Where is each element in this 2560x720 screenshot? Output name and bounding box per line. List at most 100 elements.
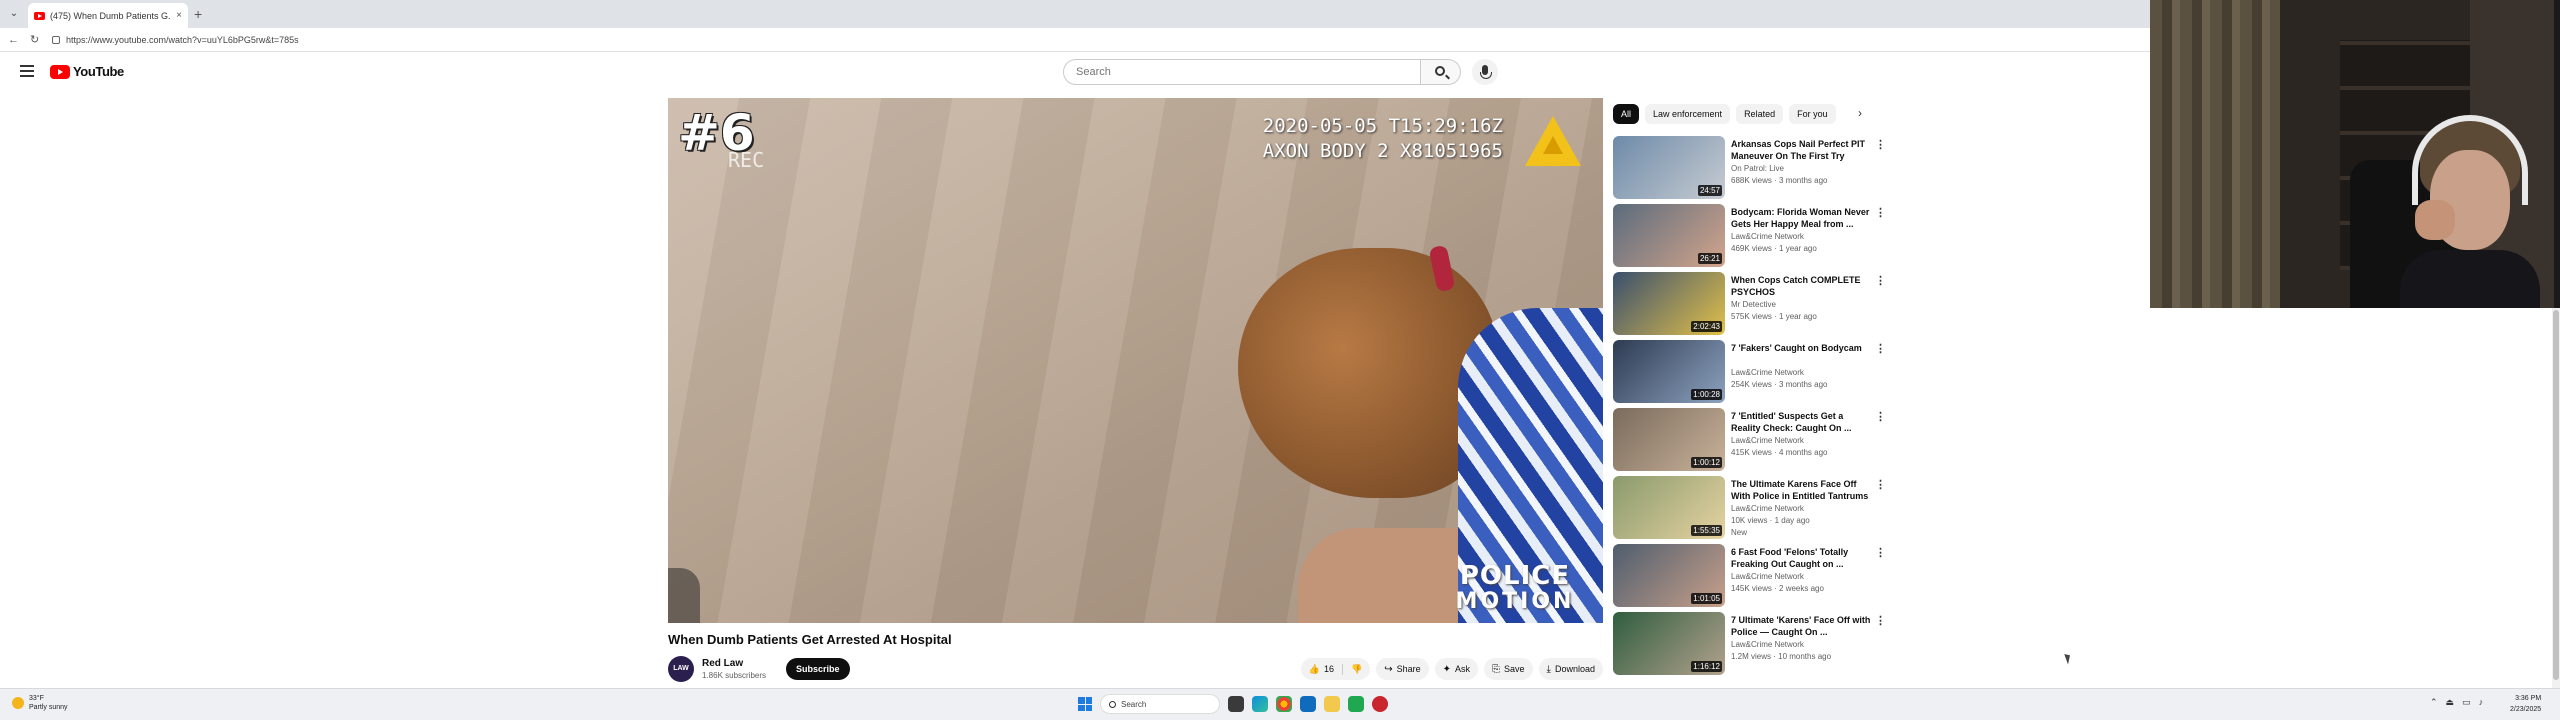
video-thumbnail[interactable]: 24:57 <box>1613 136 1725 199</box>
chip-law-enforcement[interactable]: Law enforcement <box>1645 104 1731 124</box>
subscribe-button[interactable]: Subscribe <box>786 658 850 680</box>
recommended-video-channel[interactable]: Law&Crime Network <box>1731 640 1804 649</box>
video-overlay-rec: REC <box>728 148 765 172</box>
channel-avatar[interactable]: LAW <box>668 656 694 682</box>
recommended-video-channel[interactable]: Law&Crime Network <box>1731 368 1804 377</box>
chip-all[interactable]: All <box>1613 104 1640 124</box>
task-view-icon[interactable] <box>1228 696 1244 712</box>
download-label: Download <box>1554 664 1595 674</box>
more-options-icon[interactable]: ⋮ <box>1875 206 1886 219</box>
more-options-icon[interactable]: ⋮ <box>1875 138 1886 151</box>
video-thumbnail[interactable]: 1:00:28 <box>1613 340 1725 403</box>
app-red-icon[interactable] <box>1372 696 1388 712</box>
video-thumbnail[interactable]: 2:02:43 <box>1613 272 1725 335</box>
video-duration: 2:02:43 <box>1691 321 1722 332</box>
video-thumbnail[interactable]: 26:21 <box>1613 204 1725 267</box>
youtube-logo[interactable]: YouTube <box>50 64 124 79</box>
usb-icon[interactable]: ⏏ <box>2446 697 2455 708</box>
back-button[interactable]: ← <box>8 32 19 48</box>
video-player[interactable]: #6 REC 2020-05-05 T15:29:16Z AXON BODY 2… <box>668 98 1603 623</box>
tab-list-chevron-icon[interactable]: ⌄ <box>6 6 22 22</box>
sun-icon <box>12 697 24 709</box>
share-icon: ↪ <box>1384 663 1393 675</box>
tray-chevron-icon[interactable]: ⌃ <box>2430 697 2438 708</box>
watermark-line-2: MOTION <box>1455 589 1575 614</box>
video-thumbnail[interactable]: 1:00:12 <box>1613 408 1725 471</box>
recommended-video-item[interactable]: 1:00:12 7 'Entitled' Suspects Get a Reali… <box>1613 408 1886 476</box>
recommended-video-item[interactable]: 2:02:43 When Cops Catch COMPLETE PSYCHOS M… <box>1613 272 1886 340</box>
more-options-icon[interactable]: ⋮ <box>1875 546 1886 559</box>
recommended-video-title[interactable]: When Cops Catch COMPLETE PSYCHOS <box>1731 274 1871 298</box>
reload-button[interactable]: ↻ <box>30 32 39 48</box>
browser-tab-active[interactable]: (475) When Dumb Patients G... × <box>28 3 188 28</box>
more-options-icon[interactable]: ⋮ <box>1875 342 1886 355</box>
more-options-icon[interactable]: ⋮ <box>1875 614 1886 627</box>
recommended-video-title[interactable]: 7 'Entitled' Suspects Get a Reality Chec… <box>1731 410 1871 434</box>
weather-description: Partly sunny <box>29 704 68 711</box>
video-thumbnail[interactable]: 1:16:12 <box>1613 612 1725 675</box>
dislike-button[interactable]: 👎 <box>1343 664 1370 675</box>
voice-search-button[interactable] <box>1472 59 1498 85</box>
recommended-video-title[interactable]: 6 Fast Food 'Felons' Totally Freaking Ou… <box>1731 546 1871 570</box>
recommended-video-meta: 145K views · 2 weeks ago <box>1731 584 1824 593</box>
recommended-video-channel[interactable]: On Patrol: Live <box>1731 164 1784 173</box>
search-button[interactable] <box>1421 59 1461 85</box>
more-options-icon[interactable]: ⋮ <box>1875 274 1886 287</box>
taskbar-clock[interactable]: 3:36 PM 2/23/2025 <box>2510 693 2541 715</box>
chip-related[interactable]: Related <box>1736 104 1784 124</box>
channel-name[interactable]: Red Law <box>702 658 743 669</box>
store-icon[interactable] <box>1300 696 1316 712</box>
recommended-video-item[interactable]: 26:21 Bodycam: Florida Woman Never Gets H… <box>1613 204 1886 272</box>
recommended-video-channel[interactable]: Law&Crime Network <box>1731 572 1804 581</box>
search-input[interactable] <box>1076 66 1420 78</box>
webcam-curtain <box>2150 0 2280 308</box>
file-explorer-icon[interactable] <box>1324 696 1340 712</box>
more-options-icon[interactable]: ⋮ <box>1875 478 1886 491</box>
system-tray: ⌃ ⏏ ▭ ♪ <box>2430 697 2483 708</box>
recommended-video-channel[interactable]: Law&Crime Network <box>1731 436 1804 445</box>
recommended-video-channel[interactable]: Law&Crime Network <box>1731 232 1804 241</box>
chips-next-chevron-icon[interactable]: › <box>1858 106 1862 120</box>
save-button[interactable]: ⎘ Save <box>1484 658 1533 680</box>
recommended-video-item[interactable]: 1:00:28 7 'Fakers' Caught on Bodycam Law&C… <box>1613 340 1886 408</box>
new-tab-button[interactable]: + <box>194 6 202 22</box>
url-text[interactable]: https://www.youtube.com/watch?v=uuYL6bPG… <box>66 35 299 45</box>
recommended-video-channel[interactable]: Mr Detective <box>1731 300 1776 309</box>
page-scrollbar[interactable] <box>2552 308 2560 688</box>
windows-start-icon[interactable] <box>1078 697 1092 711</box>
more-options-icon[interactable]: ⋮ <box>1875 410 1886 423</box>
recommended-video-title[interactable]: Arkansas Cops Nail Perfect PIT Maneuver … <box>1731 138 1871 162</box>
search-box[interactable] <box>1063 59 1421 85</box>
ask-button[interactable]: ✦ Ask <box>1434 658 1479 680</box>
bookmark-icon: ⎘ <box>1492 663 1501 675</box>
weather-widget[interactable]: 33°F Partly sunny <box>12 694 68 712</box>
recommended-video-title[interactable]: Bodycam: Florida Woman Never Gets Her Ha… <box>1731 206 1871 230</box>
recommended-video-title[interactable]: 7 'Fakers' Caught on Bodycam <box>1731 342 1871 354</box>
recommended-video-item[interactable]: 1:16:12 7 Ultimate 'Karens' Face Off with… <box>1613 612 1886 680</box>
recommended-video-channel[interactable]: Law&Crime Network <box>1731 504 1804 513</box>
tab-close-icon[interactable]: × <box>176 10 182 21</box>
taskbar-search[interactable]: Search <box>1100 694 1220 714</box>
watermark-line-1: POLICE <box>1459 561 1571 591</box>
network-icon[interactable]: ▭ <box>2462 697 2471 708</box>
video-thumbnail[interactable]: 1:55:35 <box>1613 476 1725 539</box>
share-button[interactable]: ↪ Share <box>1376 658 1429 680</box>
video-thumbnail[interactable]: 1:01:05 <box>1613 544 1725 607</box>
edge-icon[interactable] <box>1252 696 1268 712</box>
webcam-person-shirt <box>2400 250 2540 308</box>
volume-icon[interactable]: ♪ <box>2479 697 2484 708</box>
recommended-video-item[interactable]: 1:55:35 The Ultimate Karens Face Off With… <box>1613 476 1886 544</box>
microphone-icon <box>1480 65 1492 79</box>
menu-hamburger-icon[interactable] <box>20 65 34 77</box>
recommended-video-item[interactable]: 1:01:05 6 Fast Food 'Felons' Totally Frea… <box>1613 544 1886 612</box>
spotify-icon[interactable] <box>1348 696 1364 712</box>
page-scrollbar-thumb[interactable] <box>2553 310 2559 680</box>
recommended-video-title[interactable]: 7 Ultimate 'Karens' Face Off with Police… <box>1731 614 1871 638</box>
recommended-video-title[interactable]: The Ultimate Karens Face Off With Police… <box>1731 478 1871 502</box>
chip-for-you[interactable]: For you <box>1789 104 1836 124</box>
like-button[interactable]: 👍 16 <box>1301 663 1343 675</box>
url-bar[interactable]: https://www.youtube.com/watch?v=uuYL6bPG… <box>52 31 2142 49</box>
download-button[interactable]: ⤓ Download <box>1538 658 1603 680</box>
recommended-video-item[interactable]: 24:57 Arkansas Cops Nail Perfect PIT Mane… <box>1613 136 1886 204</box>
chrome-icon[interactable] <box>1276 696 1292 712</box>
